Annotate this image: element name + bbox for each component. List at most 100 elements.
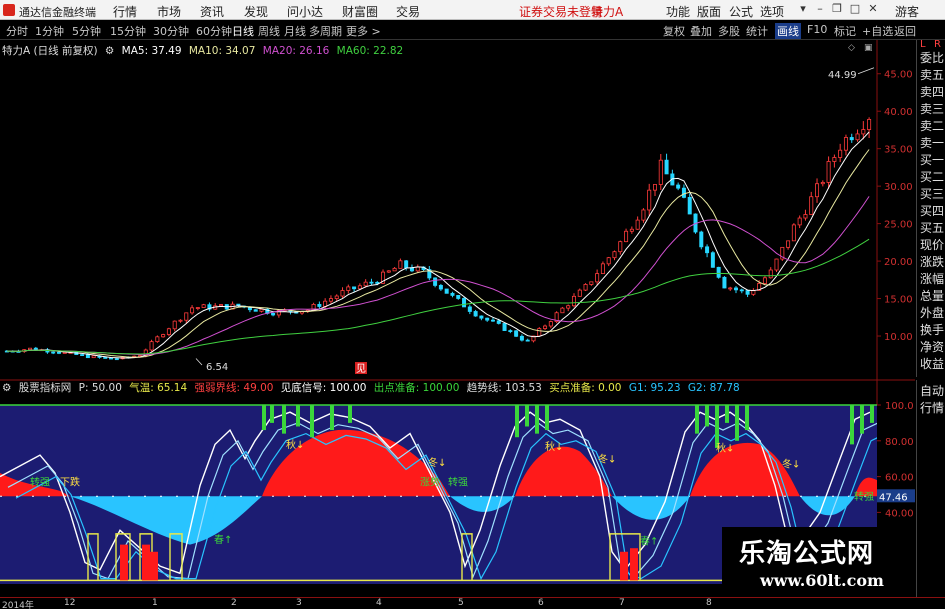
period-multi[interactable]: 多周期 bbox=[309, 23, 342, 39]
price-tick-label: 25.00 bbox=[884, 220, 913, 231]
btn-fuquan[interactable]: 复权 bbox=[663, 23, 685, 39]
app-logo-icon bbox=[3, 4, 15, 16]
candle bbox=[502, 323, 507, 331]
annot-xiadie: 下跌 bbox=[60, 476, 80, 489]
candle bbox=[571, 295, 576, 307]
menu-shichang[interactable]: 市场 bbox=[157, 3, 181, 20]
kline-chart[interactable]: 45.00 40.00 35.00 30.00 25.00 20.00 15.00 10.00… bbox=[0, 40, 915, 597]
green-spike bbox=[310, 405, 314, 438]
period-5min[interactable]: 5分钟 bbox=[72, 23, 101, 39]
menu-arrow-icon[interactable]: ▾ bbox=[796, 2, 810, 16]
candle bbox=[797, 217, 802, 226]
menu-faxian[interactable]: 发现 bbox=[244, 3, 268, 20]
side-item: 买五 bbox=[920, 221, 945, 235]
green-spike bbox=[850, 405, 854, 445]
btn-tongji[interactable]: 统计 bbox=[746, 23, 768, 39]
main-legend: 特力A (日线 前复权) ⚙ MA5: 37.49 MA10: 34.07 MA… bbox=[2, 43, 407, 57]
candle bbox=[849, 137, 854, 141]
side-item: 买四 bbox=[920, 204, 945, 218]
btn-biaoji[interactable]: 标记 bbox=[834, 23, 856, 39]
candle bbox=[80, 354, 85, 357]
candle bbox=[861, 129, 866, 135]
period-toolbar: 分时 1分钟 5分钟 15分钟 30分钟 60分钟 日线 周线 月线 多周期 更… bbox=[0, 21, 945, 40]
green-spike bbox=[262, 405, 266, 431]
candle bbox=[184, 312, 189, 321]
close-icon[interactable]: ✕ bbox=[866, 2, 880, 16]
menu-jiaoyi[interactable]: 交易 bbox=[396, 3, 420, 20]
main-panel-bg bbox=[0, 40, 877, 380]
guest-user[interactable]: 游客 bbox=[895, 3, 919, 20]
period-15min[interactable]: 15分钟 bbox=[110, 23, 146, 39]
candle bbox=[178, 319, 183, 322]
candle bbox=[681, 187, 686, 198]
candle bbox=[612, 251, 617, 259]
indicator-name[interactable]: 股票指标网 bbox=[19, 382, 72, 394]
btn-f10[interactable]: F10 bbox=[807, 23, 827, 36]
signal-bar bbox=[142, 544, 150, 581]
candle bbox=[618, 241, 623, 253]
side-auto[interactable]: 自动 bbox=[920, 382, 944, 400]
menu-wenxiaoda[interactable]: 问小达 bbox=[287, 3, 323, 20]
legend-ma60: MA60: 22.82 bbox=[336, 45, 404, 57]
legend-g1: G1: 95.23 bbox=[628, 382, 681, 394]
restore-icon[interactable]: ❐ bbox=[830, 2, 844, 16]
side-item: 卖三 bbox=[920, 102, 945, 116]
btn-fanhui[interactable]: 返回 bbox=[894, 23, 916, 39]
period-more[interactable]: 更多 > bbox=[346, 23, 381, 39]
menu-banmian[interactable]: 版面 bbox=[697, 3, 721, 20]
period-1min[interactable]: 1分钟 bbox=[35, 23, 64, 39]
candle bbox=[525, 339, 530, 342]
candle bbox=[722, 276, 727, 289]
candle bbox=[375, 281, 380, 284]
candle bbox=[855, 133, 860, 141]
menu-hangqing[interactable]: 行情 bbox=[113, 3, 137, 20]
signal-bar bbox=[150, 551, 158, 581]
annot-autumn: 秋↓ bbox=[286, 438, 304, 451]
minimize-icon[interactable]: – bbox=[813, 2, 827, 16]
maximize-icon[interactable]: □ bbox=[848, 2, 862, 16]
diamond-icon: ◇ bbox=[848, 43, 855, 53]
price-tick-label: 20.00 bbox=[884, 257, 913, 268]
legend-p: P: 50.00 bbox=[78, 382, 122, 394]
period-fenshi[interactable]: 分时 bbox=[6, 23, 28, 39]
candle bbox=[629, 228, 634, 232]
green-spike bbox=[330, 405, 334, 431]
candle bbox=[843, 137, 848, 151]
high-price-label: 44.99 bbox=[828, 70, 857, 81]
legend-settings-icon[interactable]: ⚙ bbox=[105, 45, 114, 57]
watermark-title: 乐淘公式网 bbox=[739, 539, 875, 569]
candle bbox=[259, 308, 264, 312]
period-60min[interactable]: 60分钟 bbox=[196, 23, 232, 39]
btn-huaxian[interactable]: 画线 bbox=[775, 23, 801, 39]
menu-gongshi[interactable]: 公式 bbox=[729, 3, 753, 20]
annot-winter: 冬↓ bbox=[598, 452, 616, 465]
price-tick-label: 30.00 bbox=[884, 182, 913, 193]
signal-bar bbox=[620, 551, 628, 581]
period-30min[interactable]: 30分钟 bbox=[153, 23, 189, 39]
chart-area[interactable]: 45.00 40.00 35.00 30.00 25.00 20.00 15.00 10.00… bbox=[0, 40, 915, 597]
candle bbox=[803, 214, 808, 219]
indicator-settings-icon[interactable]: ⚙ bbox=[2, 382, 11, 394]
candle bbox=[357, 285, 362, 290]
date-axis: 2014年 12 1 2 3 4 5 6 7 8 bbox=[0, 597, 945, 609]
side-item: 收益 bbox=[920, 357, 945, 371]
btn-zixuan[interactable]: +自选 bbox=[862, 23, 893, 39]
candle bbox=[253, 309, 258, 312]
menu-gongneng[interactable]: 功能 bbox=[666, 3, 690, 20]
period-weekly[interactable]: 周线 bbox=[258, 23, 280, 39]
legend-qushi: 趋势线: 103.53 bbox=[466, 382, 542, 394]
menu-zixun[interactable]: 资讯 bbox=[200, 3, 224, 20]
period-daily[interactable]: 日线 bbox=[232, 23, 254, 39]
btn-diejia[interactable]: 叠加 bbox=[690, 23, 712, 39]
legend-qiwen: 气温: 65.14 bbox=[129, 382, 188, 394]
menu-xuanxiang[interactable]: 选项 bbox=[760, 3, 784, 20]
side-item: 卖二 bbox=[920, 119, 945, 133]
menu-caifuquan[interactable]: 财富圈 bbox=[342, 3, 378, 20]
side-hangqing[interactable]: 行情 bbox=[920, 399, 944, 417]
candle bbox=[867, 119, 872, 130]
legend-maidian: 买点准备: 0.00 bbox=[549, 382, 622, 394]
btn-duogu[interactable]: 多股 bbox=[718, 23, 740, 39]
side-item: 现价 bbox=[920, 238, 945, 252]
period-monthly[interactable]: 月线 bbox=[284, 23, 306, 39]
green-spike bbox=[735, 405, 739, 441]
